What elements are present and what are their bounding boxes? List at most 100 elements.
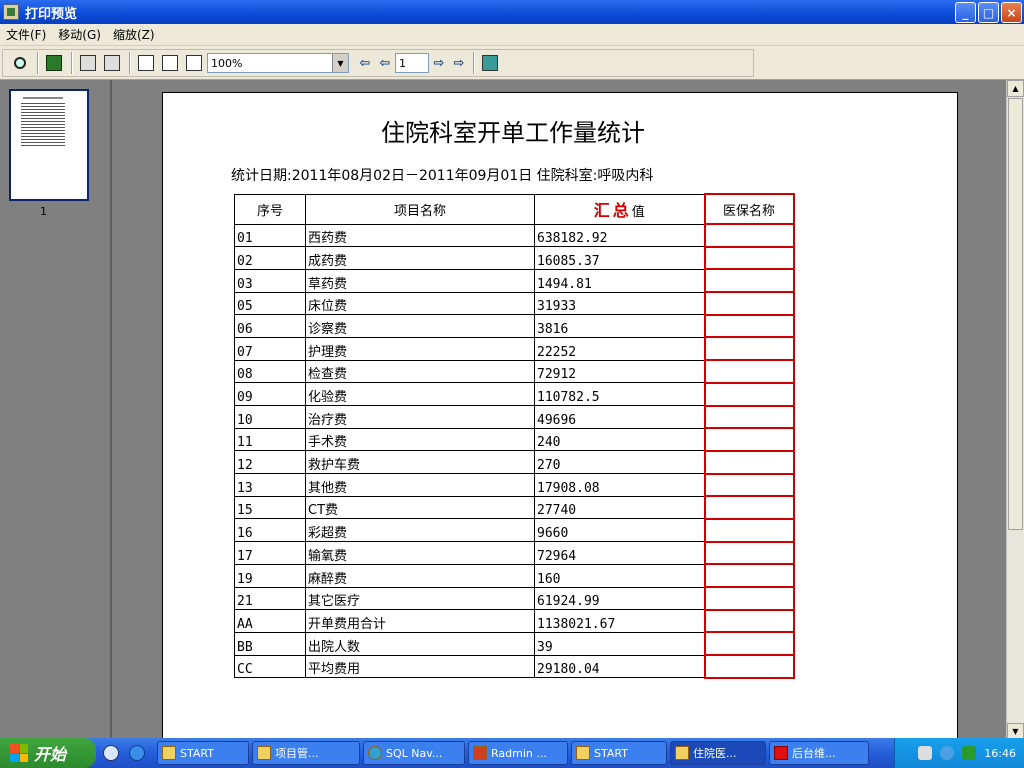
menu-bar: 文件(F) 移动(G) 缩放(Z): [0, 24, 1024, 46]
taskbar-item-label: 住院医...: [693, 747, 737, 760]
cell-name: 治疗费: [305, 405, 535, 429]
header-sum-label: 汇总: [593, 201, 632, 220]
cell-name: 护理费: [305, 336, 535, 361]
table-row: 08 检查费 72912: [234, 359, 795, 384]
cell-med: [703, 268, 795, 294]
cell-name: 其它医疗: [305, 586, 535, 611]
taskbar-item-label: Radmin ...: [491, 746, 547, 760]
cell-seq: 11: [234, 427, 306, 452]
taskbar-item-label: 后台维...: [792, 747, 836, 760]
print-setup-button[interactable]: [77, 52, 99, 74]
menu-file[interactable]: 文件(F): [0, 26, 52, 43]
quicklaunch-ie[interactable]: [126, 742, 148, 764]
cell-name: 诊察费: [305, 314, 535, 338]
logo-blue: [10, 753, 19, 762]
table-row: AA 开单费用合计 1138021.67: [234, 608, 795, 634]
cell-seq: 06: [234, 314, 306, 338]
cell-name: 检查费: [305, 359, 535, 384]
shield-icon[interactable]: [962, 746, 977, 760]
cell-value: 110782.5: [534, 382, 705, 406]
page-width-button[interactable]: [135, 52, 157, 74]
cell-med: [703, 427, 795, 452]
toolbar: 100% ▼ ⇦ ⇦ 1 ⇨ ⇨: [0, 46, 1024, 80]
cell-value: 72912: [534, 359, 705, 384]
first-page-icon: ⇦: [359, 55, 371, 71]
table-header-row: 序号 项目名称 汇总值 医保名称: [234, 193, 795, 225]
cell-seq: 08: [234, 359, 306, 384]
cell-value: 61924.99: [534, 586, 705, 611]
taskbar-item[interactable]: 住院医...: [670, 741, 766, 765]
report-page: 住院科室开单工作量统计 统计日期:2011年08月02日－2011年09月01日…: [162, 92, 958, 740]
cell-name: 麻醉费: [305, 563, 535, 588]
cell-value: 22252: [534, 336, 705, 361]
folder-icon: [576, 746, 590, 760]
header-value: 汇总值: [534, 193, 705, 225]
folder-icon: [162, 746, 176, 760]
report-title: 住院科室开单工作量统计: [381, 119, 645, 147]
system-tray: 16:46: [894, 738, 1024, 768]
start-button[interactable]: 开始: [0, 738, 96, 768]
table-row: 19 麻醉费 160: [234, 563, 795, 588]
cell-seq: 05: [234, 291, 306, 316]
cell-value: 29180.04: [534, 654, 705, 679]
taskbar-item[interactable]: SQL Nav...: [363, 741, 465, 765]
zoom-value: 100%: [211, 56, 243, 70]
exit-preview-button[interactable]: [479, 52, 501, 74]
taskbar-item[interactable]: START: [571, 741, 667, 765]
chevron-left-icon[interactable]: [940, 746, 955, 760]
quicklaunch-show-desktop[interactable]: [100, 742, 122, 764]
cell-med: [703, 359, 795, 384]
table-row: 13 其他费 17908.08: [234, 472, 795, 498]
cell-med: [703, 586, 795, 611]
cell-med: [703, 631, 795, 657]
vertical-scrollbar[interactable]: ▲ ▼: [1006, 80, 1024, 740]
page-thumbnail[interactable]: [9, 89, 89, 201]
taskbar-item[interactable]: Radmin ...: [468, 741, 568, 765]
clock: 16:46: [984, 746, 1016, 760]
report-meta: 统计日期:2011年08月02日－2011年09月01日 住院科室:呼吸内科: [231, 168, 654, 184]
cell-med: [703, 472, 795, 498]
restore-button[interactable]: □: [978, 2, 999, 23]
magnifier-icon: [14, 57, 26, 69]
cell-value: 160: [534, 563, 705, 588]
last-page-button[interactable]: ⇨: [449, 53, 469, 73]
start-label: 开始: [34, 745, 67, 764]
cell-name: 化验费: [305, 382, 535, 406]
red-cross-icon: [774, 746, 788, 760]
previous-page-button[interactable]: ⇦: [375, 53, 395, 73]
taskbar-item[interactable]: 后台维...: [769, 741, 869, 765]
minimize-button[interactable]: _: [955, 2, 976, 23]
next-page-button[interactable]: ⇨: [429, 53, 449, 73]
cell-value: 1138021.67: [534, 609, 705, 633]
first-page-button[interactable]: ⇦: [355, 53, 375, 73]
cell-med: [703, 608, 795, 634]
cell-name: 救护车费: [305, 450, 535, 475]
cell-med: [703, 336, 795, 362]
radmin-icon: [473, 746, 487, 760]
multi-page-button[interactable]: [183, 52, 205, 74]
cell-med: [703, 381, 795, 407]
scroll-up-icon[interactable]: ▲: [1007, 80, 1024, 97]
save-button[interactable]: [43, 52, 65, 74]
close-button[interactable]: ×: [1001, 2, 1022, 23]
printer-icon: [104, 55, 120, 71]
cell-name: 西药费: [305, 223, 535, 248]
logo-yellow: [19, 753, 28, 762]
cell-seq: 19: [234, 563, 306, 588]
zoom-select[interactable]: 100% ▼: [207, 53, 349, 73]
whole-page-button[interactable]: [159, 52, 181, 74]
cell-name: 床位费: [305, 291, 535, 316]
menu-zoom[interactable]: 缩放(Z): [107, 26, 161, 43]
taskbar-item[interactable]: 项目管...: [252, 741, 360, 765]
chevron-down-icon[interactable]: ▼: [332, 54, 348, 72]
cell-value: 39: [534, 631, 705, 656]
menu-move[interactable]: 移动(G): [52, 26, 107, 43]
keyboard-icon[interactable]: [918, 746, 933, 760]
scrollbar-thumb[interactable]: [1008, 98, 1023, 530]
cell-value: 17908.08: [534, 473, 705, 497]
table-row: 16 彩超费 9660: [234, 517, 795, 543]
taskbar-item[interactable]: START: [157, 741, 249, 765]
zoom-tool-button[interactable]: [9, 52, 31, 74]
print-button[interactable]: [101, 52, 123, 74]
page-number-input[interactable]: 1: [395, 53, 429, 73]
